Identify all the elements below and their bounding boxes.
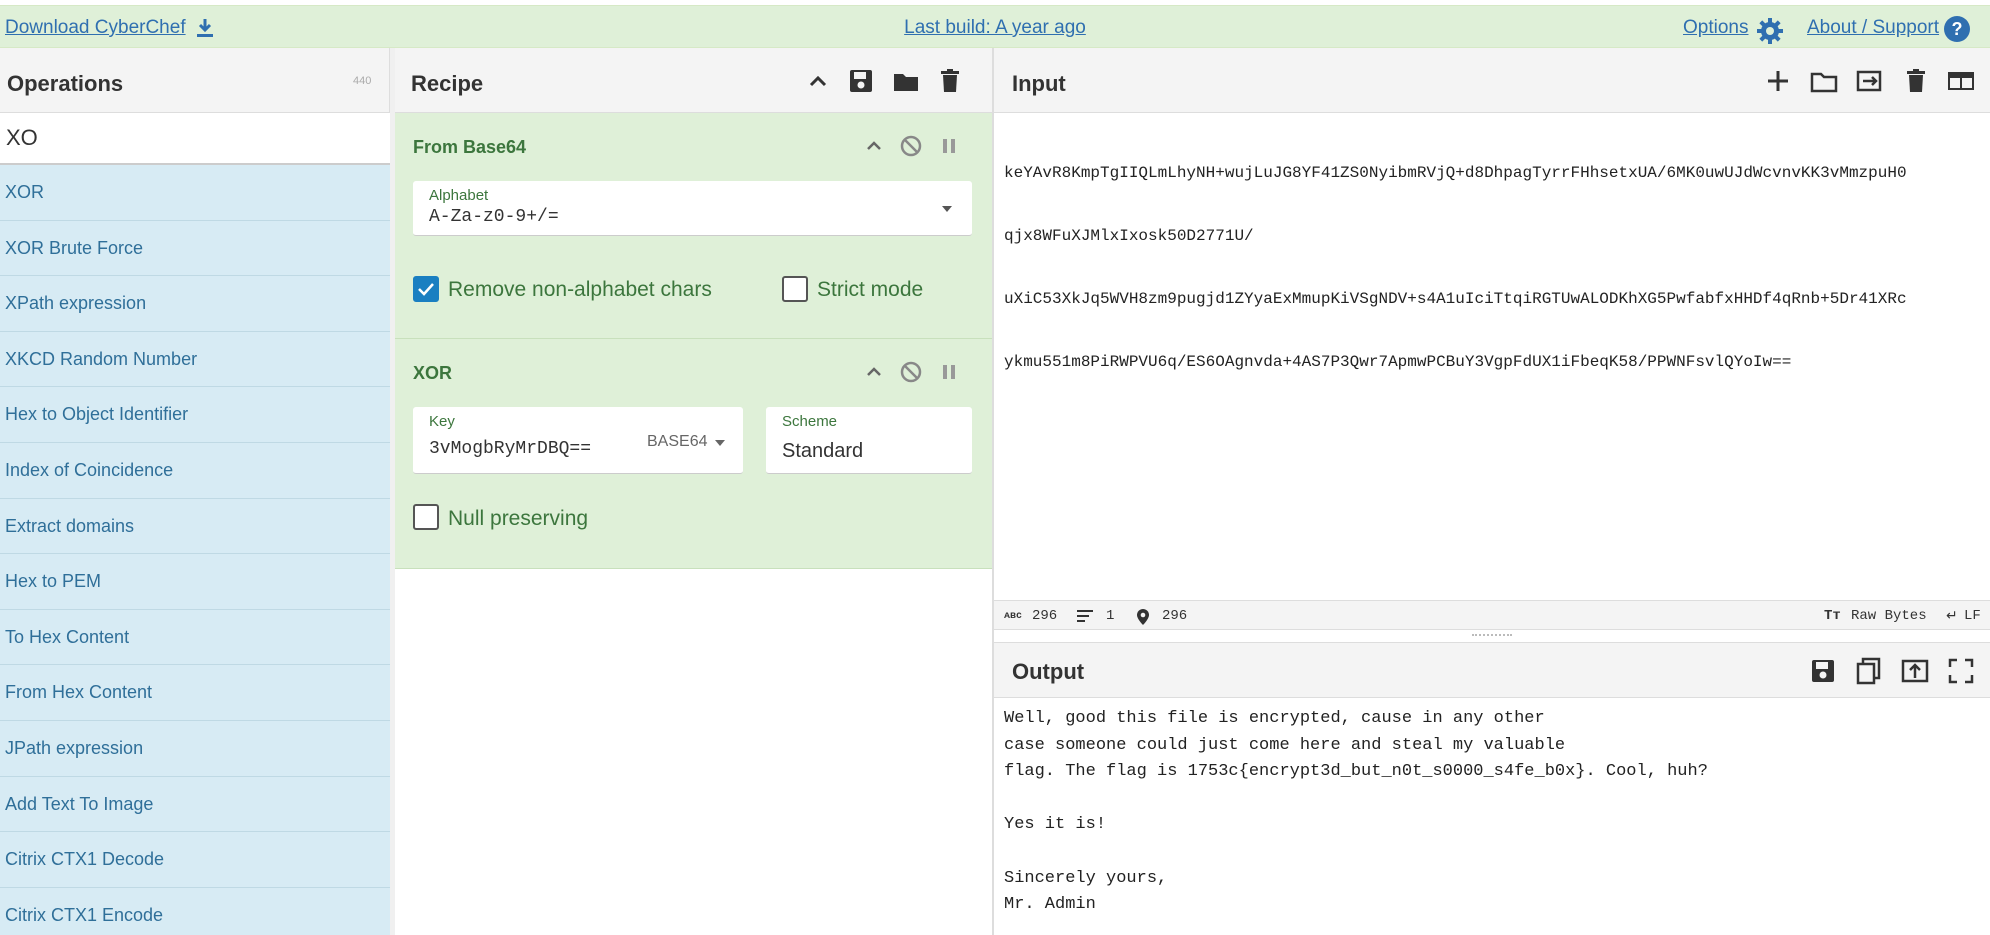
location-icon xyxy=(1136,608,1150,631)
recipe-op-xor[interactable]: XOR Key 3vMogbRyMrDBQ== BASE64 Scheme St… xyxy=(395,339,992,569)
op-item-jpath-expression[interactable]: JPath expression xyxy=(0,720,390,777)
pause-icon[interactable] xyxy=(936,359,962,385)
char-count: 296 xyxy=(1032,608,1058,624)
caret-down-icon xyxy=(715,440,725,446)
maximize-icon[interactable] xyxy=(1946,656,1976,686)
alphabet-label: Alphabet xyxy=(429,187,489,204)
scheme-label: Scheme xyxy=(782,413,838,430)
replace-input-icon[interactable] xyxy=(1900,656,1930,686)
op-item-citrix-ctx1-encode[interactable]: Citrix CTX1 Encode xyxy=(0,887,390,935)
chevron-up-icon[interactable] xyxy=(861,359,887,385)
output-header: Output xyxy=(994,642,1990,698)
splitter-grip xyxy=(1472,634,1512,636)
null-preserving-label: Null preserving xyxy=(448,507,589,530)
strict-mode-label: Strict mode xyxy=(817,278,924,301)
operations-list: XOR XOR Brute Force XPath expression XKC… xyxy=(0,165,390,935)
add-tab-icon[interactable] xyxy=(1763,66,1793,96)
text-format-icon: Tт xyxy=(1824,608,1841,624)
input-title: Input xyxy=(1012,71,1066,96)
eol-selector[interactable]: LF xyxy=(1964,608,1981,624)
chevron-up-icon[interactable] xyxy=(861,133,887,159)
alphabet-select[interactable]: Alphabet A-Za-z0-9+/= xyxy=(413,181,972,236)
recipe-op-title: From Base64 xyxy=(413,137,527,157)
about-support-link[interactable]: About / Support xyxy=(1807,17,1939,39)
op-item-to-hex-content[interactable]: To Hex Content xyxy=(0,609,390,666)
copy-icon[interactable] xyxy=(1854,656,1884,686)
input-header: Input xyxy=(994,48,1990,113)
gear-icon[interactable] xyxy=(1756,17,1784,50)
help-icon[interactable]: ? xyxy=(1943,15,1971,48)
op-item-citrix-ctx1-decode[interactable]: Citrix CTX1 Decode xyxy=(0,832,390,888)
output-textarea[interactable]: Well, good this file is encrypted, cause… xyxy=(1004,706,1990,919)
operations-search-input[interactable] xyxy=(0,113,390,165)
disable-icon[interactable] xyxy=(898,133,924,159)
svg-text:?: ? xyxy=(1952,19,1963,39)
op-item-hex-to-object-identifier[interactable]: Hex to Object Identifier xyxy=(0,387,390,443)
key-value: 3vMogbRyMrDBQ== xyxy=(429,439,592,459)
operations-title: Operations xyxy=(7,71,124,96)
recipe-op-from-base64[interactable]: From Base64 Alphabet A-Za-z0-9+/= Remove… xyxy=(395,113,992,339)
op-item-add-text-to-image[interactable]: Add Text To Image xyxy=(0,776,390,833)
open-folder-icon[interactable] xyxy=(1809,66,1839,96)
trash-icon[interactable] xyxy=(1901,66,1931,96)
scheme-select[interactable]: Scheme Standard xyxy=(766,407,972,474)
key-input[interactable]: Key 3vMogbRyMrDBQ== BASE64 xyxy=(413,407,743,474)
remove-non-alphabet-checkbox[interactable] xyxy=(413,276,439,302)
key-format-dropdown[interactable]: BASE64 xyxy=(647,433,707,451)
folder-icon[interactable] xyxy=(891,66,921,96)
input-status-bar: ᴀʙᴄ 296 1 296 Tт Raw Bytes ↵ LF xyxy=(994,600,1990,630)
op-item-from-hex-content[interactable]: From Hex Content xyxy=(0,665,390,721)
recipe-panel: Recipe From Base64 Alphabet A-Za-z0-9+/= xyxy=(395,48,992,935)
cursor-position: 296 xyxy=(1162,608,1188,624)
save-output-icon[interactable] xyxy=(1808,656,1838,686)
op-item-hex-to-pem[interactable]: Hex to PEM xyxy=(0,554,390,610)
layout-icon[interactable] xyxy=(1946,66,1976,96)
op-item-xkcd-random-number[interactable]: XKCD Random Number xyxy=(0,331,390,388)
operations-header: Operations 440 xyxy=(0,48,389,113)
pause-icon[interactable] xyxy=(936,133,962,159)
op-item-xor[interactable]: XOR xyxy=(0,165,390,221)
scheme-value: Standard xyxy=(782,440,864,462)
recipe-op-title: XOR xyxy=(413,363,453,383)
return-icon: ↵ xyxy=(1946,609,1958,625)
strict-mode-checkbox[interactable] xyxy=(782,276,808,302)
chevron-up-icon[interactable] xyxy=(803,66,833,96)
line-count: 1 xyxy=(1106,608,1115,624)
alphabet-value: A-Za-z0-9+/= xyxy=(429,207,559,227)
recipe-title: Recipe xyxy=(411,71,484,96)
remove-non-alphabet-label: Remove non-alphabet chars xyxy=(448,278,712,301)
key-label: Key xyxy=(429,413,455,430)
op-item-xor-brute-force[interactable]: XOR Brute Force xyxy=(0,220,390,277)
trash-icon[interactable] xyxy=(935,66,965,96)
operations-panel: Operations 440 XOR XOR Brute Force XPath… xyxy=(0,48,390,935)
save-icon[interactable] xyxy=(846,66,876,96)
options-link[interactable]: Options xyxy=(1683,17,1748,39)
io-splitter[interactable] xyxy=(994,630,1990,642)
caret-down-icon xyxy=(942,206,952,212)
encoding-selector[interactable]: Raw Bytes xyxy=(1851,608,1927,624)
io-panel: Input keYAvR8KmpTgIIQLmLhyNH+wujLuJG8YF4… xyxy=(994,48,1990,935)
null-preserving-checkbox[interactable] xyxy=(413,504,439,530)
input-textarea[interactable]: keYAvR8KmpTgIIQLmLhyNH+wujLuJG8YF41ZS0Ny… xyxy=(1004,121,1990,415)
op-item-xpath-expression[interactable]: XPath expression xyxy=(0,276,390,332)
open-file-icon[interactable] xyxy=(1855,66,1885,96)
output-title: Output xyxy=(1012,659,1085,684)
op-item-index-of-coincidence[interactable]: Index of Coincidence xyxy=(0,442,390,499)
recipe-header: Recipe xyxy=(395,48,992,113)
lines-icon xyxy=(1076,608,1094,629)
op-item-extract-domains[interactable]: Extract domains xyxy=(0,498,390,555)
abc-icon: ᴀʙᴄ xyxy=(1004,611,1023,622)
disable-icon[interactable] xyxy=(898,359,924,385)
top-banner: Download CyberChef Last build: A year ag… xyxy=(0,5,1990,48)
operations-count: 440 xyxy=(353,75,372,87)
